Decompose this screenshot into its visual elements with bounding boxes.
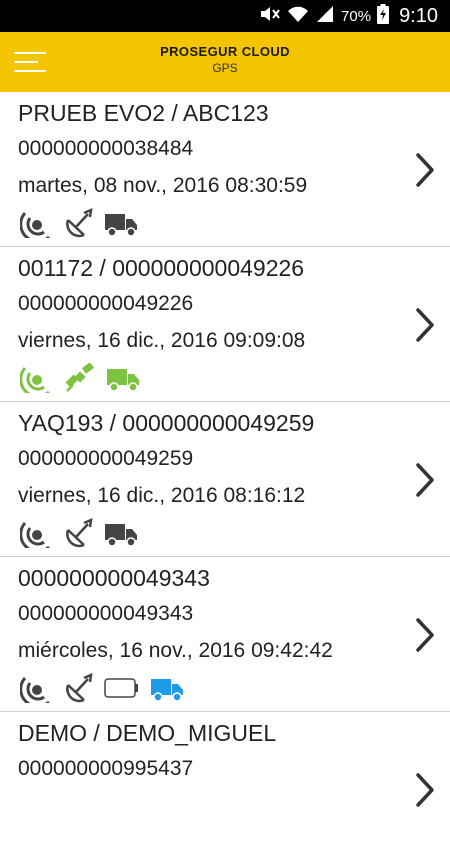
device-datetime: miércoles, 16 nov., 2016 09:42:42 bbox=[18, 639, 333, 662]
device-id: 000000000995437 bbox=[18, 757, 194, 780]
truck-green-icon bbox=[106, 363, 140, 393]
signal-icon bbox=[315, 5, 335, 28]
device-id: 000000000049226 bbox=[18, 292, 194, 315]
mute-icon bbox=[259, 5, 281, 28]
status-icons-row bbox=[19, 672, 184, 708]
device-title: 000000000049343 bbox=[18, 565, 210, 591]
battery-percent: 70% bbox=[341, 7, 372, 25]
clock: 9:10 bbox=[399, 4, 438, 27]
device-list-item[interactable]: DEMO / DEMO_MIGUEL 000000000995437 bbox=[0, 712, 450, 867]
device-id: 000000000049259 bbox=[18, 447, 194, 470]
battery-empty-icon bbox=[104, 673, 140, 703]
status-icons-row bbox=[19, 362, 140, 398]
truck-gray-icon bbox=[104, 518, 138, 548]
device-list-item[interactable]: PRUEB EVO2 / ABC123 000000000038484 mart… bbox=[0, 92, 450, 247]
signal-gray-icon bbox=[19, 673, 54, 708]
chevron-right-icon[interactable] bbox=[414, 772, 436, 808]
device-id: 000000000049343 bbox=[18, 602, 194, 625]
satellite-gray-icon bbox=[64, 517, 94, 548]
signal-green-icon bbox=[19, 363, 54, 398]
signal-gray-icon bbox=[19, 208, 54, 243]
wifi-icon bbox=[287, 5, 309, 28]
app-title-block: PROSEGUR CLOUD GPS bbox=[0, 43, 450, 76]
signal-gray-icon bbox=[19, 518, 54, 553]
device-title: 001172 / 000000000049226 bbox=[18, 255, 305, 281]
app-subtitle: GPS bbox=[212, 61, 238, 75]
device-list-item[interactable]: 001172 / 000000000049226 000000000049226… bbox=[0, 247, 450, 402]
device-id: 000000000038484 bbox=[18, 137, 194, 160]
app-title: PROSEGUR CLOUD bbox=[160, 44, 290, 59]
app-bar: PROSEGUR CLOUD GPS bbox=[0, 32, 450, 92]
truck-gray-icon bbox=[104, 208, 138, 238]
satellite-gray-icon bbox=[64, 672, 94, 703]
battery-charging-icon bbox=[377, 3, 390, 29]
device-datetime: martes, 08 nov., 2016 08:30:59 bbox=[18, 174, 308, 197]
status-bar: 70% 9:10 bbox=[0, 0, 450, 32]
chevron-right-icon[interactable] bbox=[414, 307, 436, 343]
status-icons: 70% 9:10 bbox=[259, 0, 438, 32]
device-list-item[interactable]: YAQ193 / 000000000049259 000000000049259… bbox=[0, 402, 450, 557]
device-datetime: viernes, 16 dic., 2016 08:16:12 bbox=[18, 484, 306, 507]
truck-blue-icon bbox=[150, 673, 184, 703]
device-list-item[interactable]: 000000000049343 000000000049343 miércole… bbox=[0, 557, 450, 712]
satellite-green-icon bbox=[64, 362, 96, 393]
device-datetime: viernes, 16 dic., 2016 09:09:08 bbox=[18, 329, 306, 352]
status-icons-row bbox=[19, 207, 138, 243]
chevron-right-icon[interactable] bbox=[414, 617, 436, 653]
device-title: YAQ193 / 000000000049259 bbox=[18, 410, 315, 436]
device-title: PRUEB EVO2 / ABC123 bbox=[18, 100, 269, 126]
device-list: PRUEB EVO2 / ABC123 000000000038484 mart… bbox=[0, 92, 450, 867]
chevron-right-icon[interactable] bbox=[414, 462, 436, 498]
satellite-gray-icon bbox=[64, 207, 94, 238]
chevron-right-icon[interactable] bbox=[414, 152, 436, 188]
status-icons-row bbox=[19, 517, 138, 553]
device-title: DEMO / DEMO_MIGUEL bbox=[18, 720, 277, 746]
